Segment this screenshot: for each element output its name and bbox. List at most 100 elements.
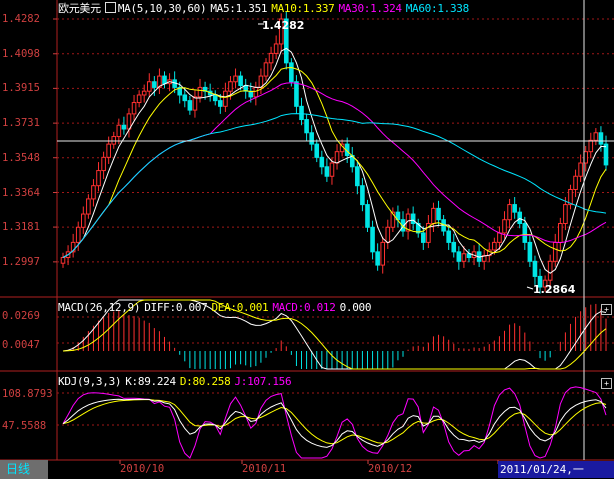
candle-down: [517, 211, 523, 224]
candle-down: [522, 222, 528, 243]
candle-up: [588, 139, 594, 153]
candle-up: [126, 113, 132, 130]
candle-down: [152, 81, 157, 88]
candle-up: [197, 86, 203, 98]
ma30-value: MA30:1.324: [338, 2, 402, 15]
candle-down: [451, 241, 457, 253]
candle-up: [334, 151, 340, 164]
x-label-dec: 2010/12: [368, 463, 413, 475]
candle-down: [365, 204, 370, 228]
candle-up: [116, 124, 122, 138]
candle-up: [385, 226, 391, 243]
candle-up: [497, 232, 502, 243]
candle-down: [324, 166, 330, 177]
candle-down: [375, 251, 380, 266]
candle-up: [131, 102, 137, 115]
macd-header: MACD(26,12,9) DIFF:0.007 DEA:0.001 MACD:0.0…: [58, 301, 375, 315]
candle-down: [121, 124, 127, 130]
candle-down: [603, 143, 609, 166]
cursor-date-label: 2011/01/24,一: [498, 461, 614, 478]
candle-down: [355, 166, 360, 187]
kdj-j-line: [62, 386, 607, 459]
x-label-nov: 2010/11: [242, 463, 287, 475]
price-tick-label: 1.2997: [2, 255, 40, 268]
x-label-oct: 2010/10: [120, 463, 165, 475]
price-tick-label: 1.3364: [2, 186, 40, 199]
price-header: 欧元美元 MA(5,10,30,60) MA5:1.351 MA10:1.337 MA3…: [58, 2, 473, 16]
candle-up: [60, 257, 66, 264]
candle-down: [187, 100, 193, 111]
chart-window: 欧元美元 MA(5,10,30,60) MA5:1.351 MA10:1.337 MA3…: [0, 0, 614, 479]
kdj-label[interactable]: KDJ(9,3,3): [58, 375, 122, 388]
candle-down: [299, 105, 304, 121]
candle-up: [558, 222, 563, 243]
price-tick-label: 1.4282: [2, 13, 40, 25]
period-tab-daily[interactable]: 日线: [0, 460, 48, 479]
kdj-tick-low: 47.5588: [2, 420, 47, 432]
candle-down: [421, 232, 426, 243]
macd-toggle-icon[interactable]: +: [601, 304, 612, 315]
candle-up: [461, 253, 467, 262]
candle-up: [273, 43, 279, 54]
candle-down: [294, 81, 299, 107]
candle-down: [238, 75, 243, 87]
candle-up: [75, 226, 81, 243]
kdj-j: J:107.156: [234, 375, 292, 388]
candle-up: [263, 62, 269, 77]
ma-param-icon[interactable]: [104, 2, 116, 13]
price-tick-label: 1.3181: [2, 221, 40, 234]
candle-up: [101, 156, 106, 172]
candle-down: [309, 132, 314, 145]
candle-up: [573, 175, 578, 190]
macd-dea: DEA:0.001: [211, 301, 269, 314]
candle-down: [446, 230, 451, 243]
chart-canvas[interactable]: [0, 0, 614, 479]
price-tick-label: 1.3548: [2, 151, 40, 164]
candle-down: [598, 132, 604, 145]
candle-down: [370, 226, 375, 253]
candle-down: [360, 185, 365, 206]
candle-up: [96, 170, 101, 187]
candle-up: [502, 219, 507, 234]
kdj-toggle-icon[interactable]: +: [601, 378, 612, 389]
candle-up: [80, 213, 86, 228]
macd-diff: DIFF:0.007: [144, 301, 208, 314]
candle-up: [492, 241, 497, 251]
kdj-tick-high: 108.8793: [2, 388, 53, 400]
candle-down: [289, 62, 294, 83]
macd-tick-high: 0.0269: [2, 310, 40, 322]
candle-up: [329, 162, 335, 177]
macd-tick-low: 0.0047: [2, 339, 40, 351]
candle-up: [593, 132, 599, 141]
ma-label[interactable]: MA(5,10,30,60): [118, 2, 207, 15]
candle-down: [532, 260, 538, 277]
candle-down: [182, 94, 188, 102]
candle-up: [223, 90, 228, 107]
ma10-value: MA10:1.337: [271, 2, 335, 15]
candle-up: [507, 204, 512, 221]
kdj-header: KDJ(9,3,3) K:89.224 D:80.258 J:107.156: [58, 375, 295, 389]
candle-up: [136, 94, 142, 104]
low-price-label: 1.2864: [533, 283, 576, 296]
candle-up: [233, 75, 238, 83]
candle-up: [268, 52, 274, 64]
macd-label[interactable]: MACD(26,12,9): [58, 301, 141, 314]
candle-up: [192, 96, 198, 111]
candle-up: [431, 207, 436, 224]
candle-up: [86, 198, 91, 215]
price-tick-label: 1.3915: [2, 82, 40, 95]
candle-down: [314, 143, 320, 158]
kdj-k: K:89.224: [125, 375, 176, 388]
high-price-label: 1.4282: [262, 19, 305, 32]
macd-macd: MACD:0.012: [272, 301, 336, 314]
candle-down: [212, 94, 218, 102]
candle-up: [253, 86, 259, 98]
candle-up: [91, 185, 96, 200]
price-tick-label: 1.3731: [2, 117, 40, 130]
candle-up: [141, 90, 147, 96]
candle-down: [304, 119, 309, 134]
candle-up: [228, 81, 233, 92]
kdj-d-line: [62, 399, 607, 445]
candle-up: [380, 241, 386, 266]
candle-up: [106, 143, 111, 158]
